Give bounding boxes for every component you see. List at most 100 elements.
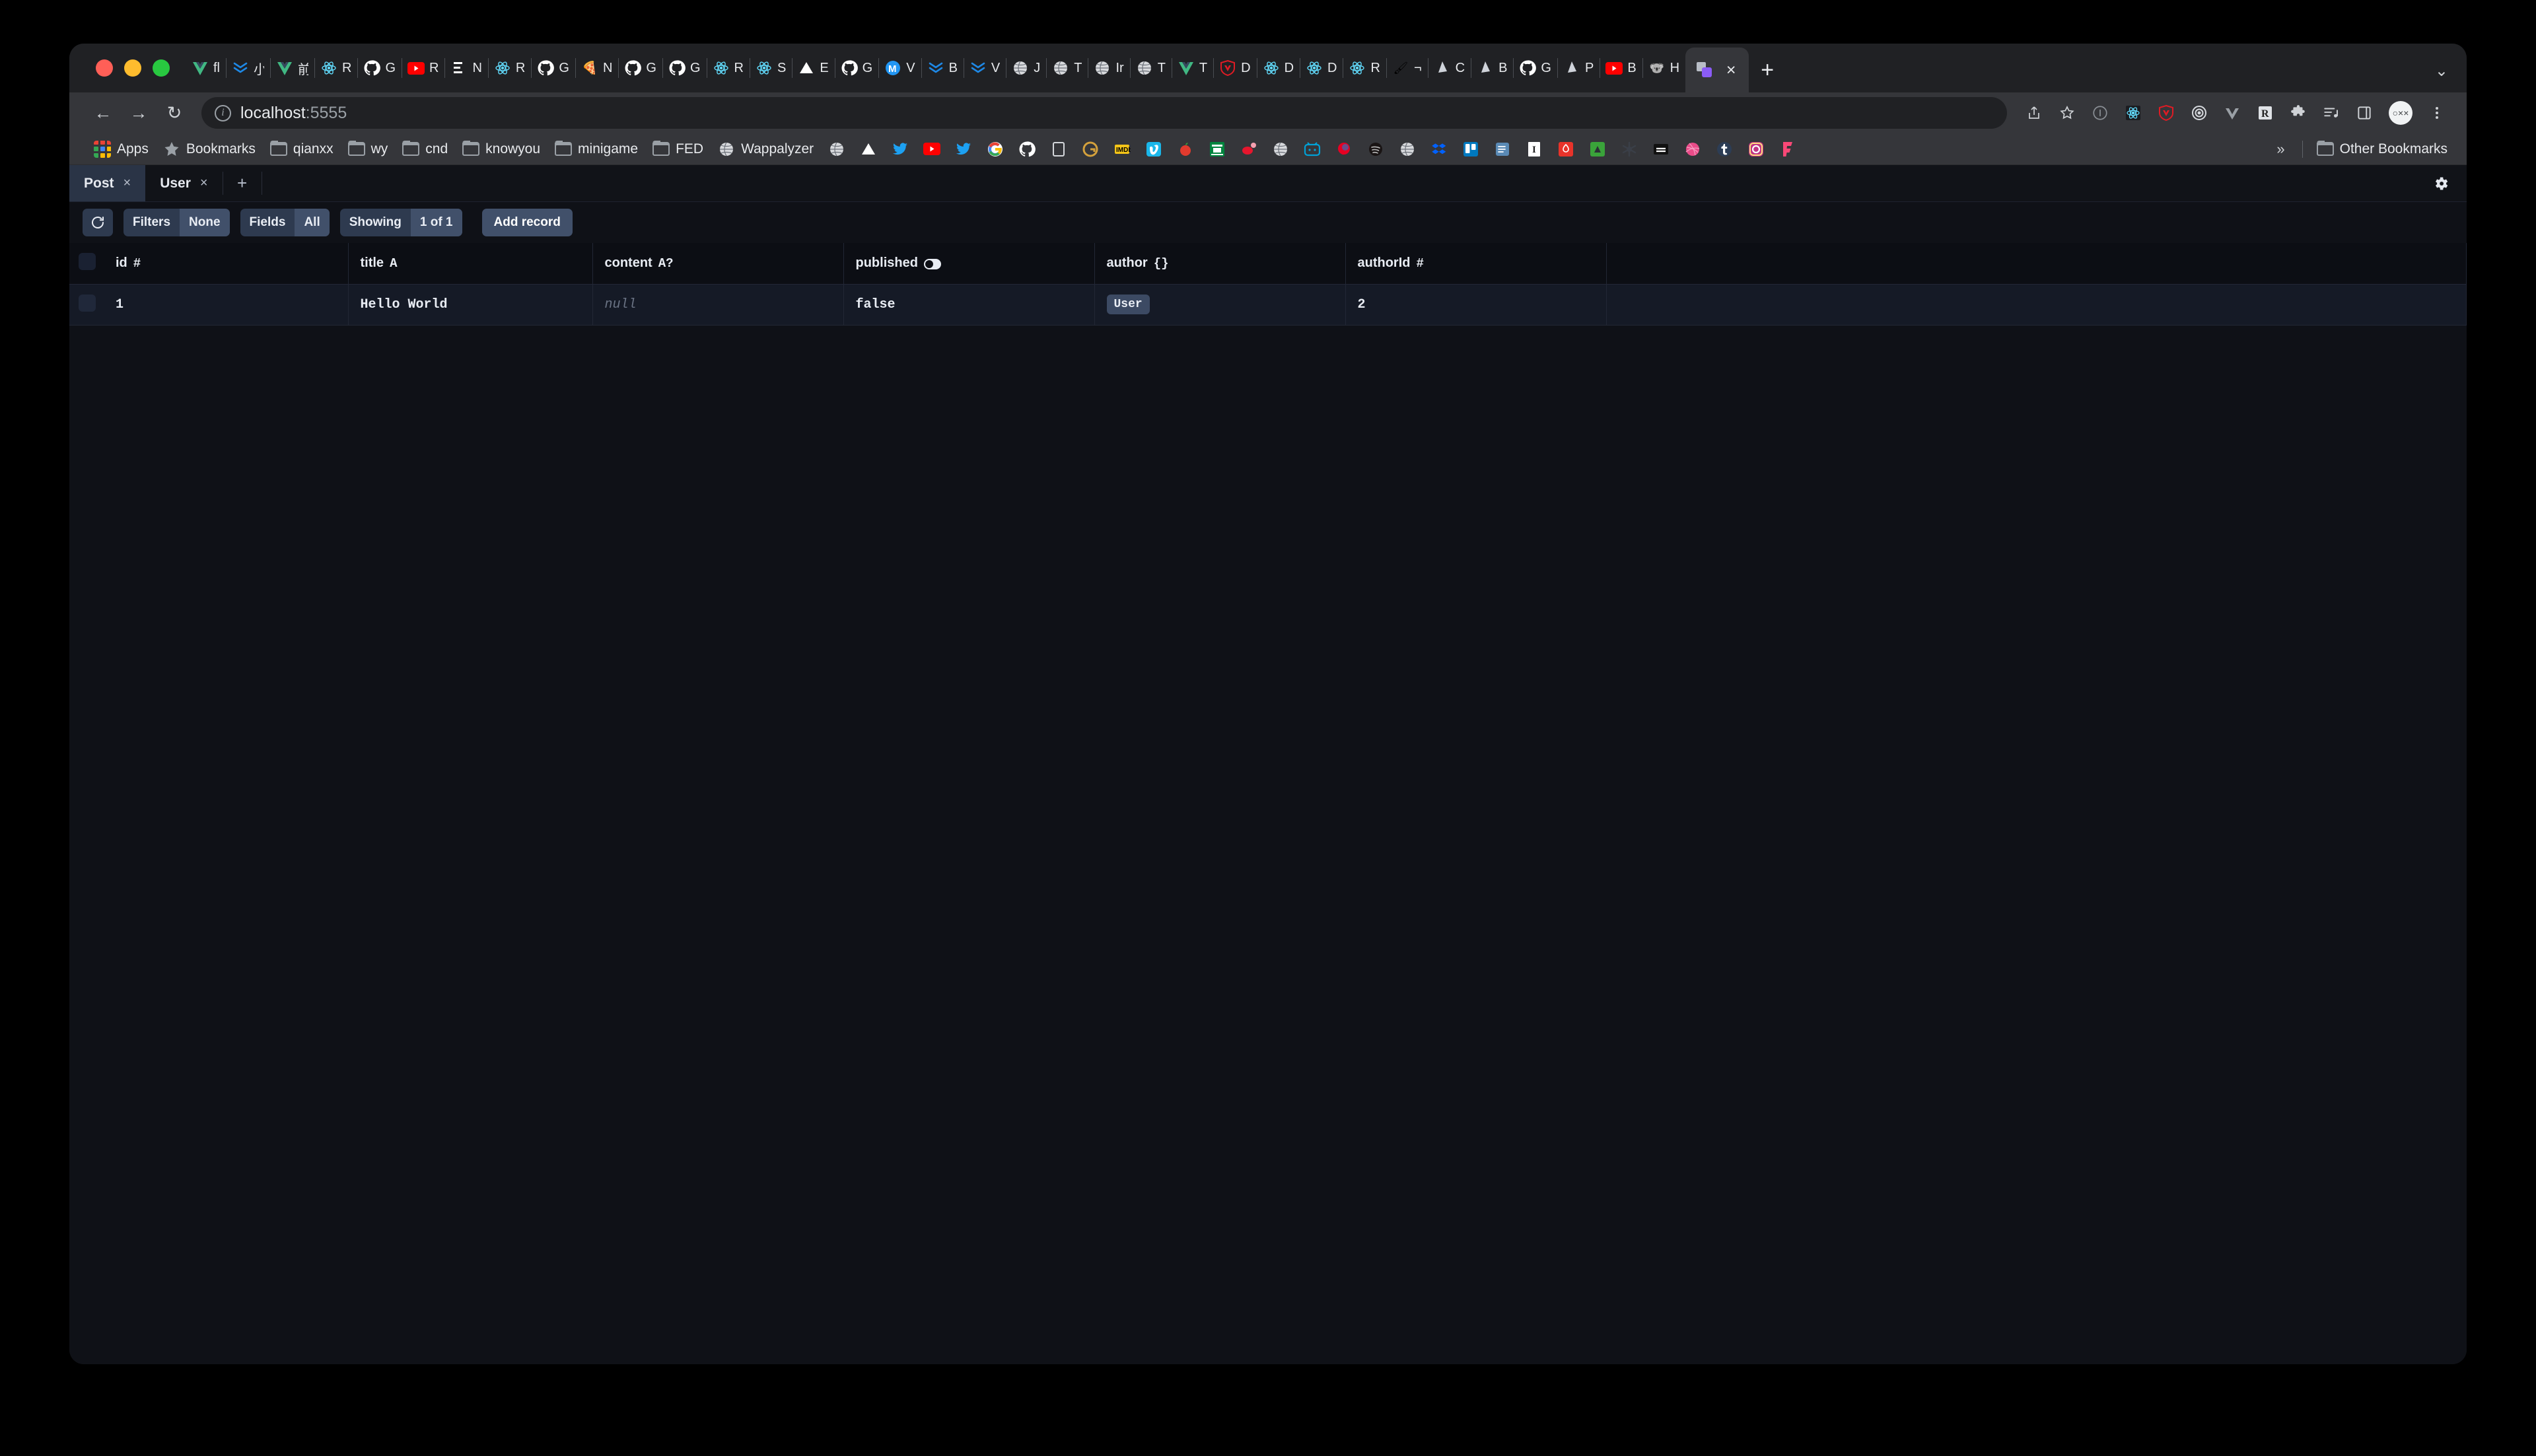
- add-model-tab-button[interactable]: +: [223, 165, 262, 201]
- site-info-icon[interactable]: [2085, 98, 2115, 128]
- browser-tab-22[interactable]: T: [1130, 44, 1172, 92]
- bookmark-item-apps[interactable]: Apps: [87, 137, 156, 161]
- browser-tab-14[interactable]: E: [792, 44, 834, 92]
- tab-user-close-icon[interactable]: ×: [200, 176, 208, 191]
- vue-shield-icon[interactable]: [2151, 98, 2181, 128]
- bookmark-item-minigame[interactable]: minigame: [547, 137, 645, 161]
- gear-icon[interactable]: [2432, 175, 2449, 192]
- bookmark-item-wy[interactable]: wy: [341, 137, 396, 161]
- bookmark-item-18[interactable]: IMDb: [1106, 137, 1138, 161]
- browser-tab-3[interactable]: R: [314, 44, 357, 92]
- browser-tab-25[interactable]: D: [1257, 44, 1300, 92]
- address-bar[interactable]: i localhost:5555: [201, 97, 2007, 129]
- window-maximize-button[interactable]: [153, 59, 170, 77]
- bookmark-item-10[interactable]: [853, 137, 884, 161]
- bookmark-item-wappalyzer[interactable]: Wappalyzer: [711, 137, 821, 161]
- other-bookmarks-folder[interactable]: Other Bookmarks: [2309, 137, 2455, 161]
- filters-button[interactable]: Filters None: [123, 209, 230, 236]
- browser-tab-33[interactable]: B: [1600, 44, 1642, 92]
- bookmark-item-cnd[interactable]: cnd: [395, 137, 455, 161]
- browser-tab-24[interactable]: D: [1213, 44, 1256, 92]
- browser-tab-12[interactable]: R: [707, 44, 750, 92]
- table-row[interactable]: 1 Hello World null false User 2: [69, 284, 2467, 325]
- browser-tab-6[interactable]: N: [444, 44, 487, 92]
- browser-tab-8[interactable]: G: [531, 44, 575, 92]
- bookmark-item-19[interactable]: [1138, 137, 1170, 161]
- window-minimize-button[interactable]: [124, 59, 141, 77]
- browser-tab-13[interactable]: S: [750, 44, 792, 92]
- bookmark-item-23[interactable]: [1265, 137, 1296, 161]
- cell-content[interactable]: null: [592, 284, 843, 325]
- bookmark-item-27[interactable]: [1391, 137, 1423, 161]
- column-header-author[interactable]: author{}: [1094, 243, 1345, 284]
- browser-tab-9[interactable]: 🍕N: [575, 44, 618, 92]
- vue-icon[interactable]: [2217, 98, 2247, 128]
- bookmark-item-knowyou[interactable]: knowyou: [455, 137, 547, 161]
- bookmark-item-29[interactable]: [1455, 137, 1487, 161]
- select-all-checkbox[interactable]: [79, 253, 96, 270]
- puzzle-extension-icon[interactable]: [2283, 98, 2313, 128]
- relation-chip[interactable]: User: [1107, 295, 1150, 314]
- new-tab-button[interactable]: +: [1749, 48, 1786, 92]
- browser-tab-0[interactable]: fl: [186, 44, 226, 92]
- column-header-id[interactable]: id#: [104, 243, 348, 284]
- cell-authorid[interactable]: 2: [1345, 284, 1606, 325]
- tab-post[interactable]: Post ×: [69, 165, 145, 201]
- react-devtools-icon[interactable]: [2118, 98, 2148, 128]
- bookmark-item-37[interactable]: [1708, 137, 1740, 161]
- window-close-button[interactable]: [96, 59, 113, 77]
- tab-user[interactable]: User ×: [145, 165, 222, 201]
- close-tab-button[interactable]: ×: [1722, 62, 1740, 79]
- browser-tab-17[interactable]: B: [921, 44, 964, 92]
- bookmark-item-28[interactable]: [1423, 137, 1455, 161]
- browser-tab-23[interactable]: T: [1172, 44, 1213, 92]
- bookmark-item-31[interactable]: I: [1518, 137, 1550, 161]
- profile-avatar[interactable]: ○××: [2389, 101, 2413, 125]
- column-header-authorid[interactable]: authorId#: [1345, 243, 1606, 284]
- cell-title[interactable]: Hello World: [348, 284, 592, 325]
- r-extension-icon[interactable]: R: [2250, 98, 2280, 128]
- row-checkbox[interactable]: [79, 295, 96, 312]
- bookmark-item-16[interactable]: [1043, 137, 1074, 161]
- browser-tab-10[interactable]: G: [618, 44, 662, 92]
- reading-list-icon[interactable]: [2316, 98, 2346, 128]
- bookmark-item-30[interactable]: [1487, 137, 1518, 161]
- bookmark-item-22[interactable]: [1233, 137, 1265, 161]
- browser-tab-7[interactable]: R: [488, 44, 531, 92]
- cell-published[interactable]: false: [843, 284, 1094, 325]
- bookmark-item-17[interactable]: [1074, 137, 1106, 161]
- active-browser-tab[interactable]: ×: [1685, 48, 1749, 92]
- three-dots-vertical-icon[interactable]: [2422, 98, 2452, 128]
- browser-tab-15[interactable]: G: [835, 44, 879, 92]
- bookmark-item-33[interactable]: [1582, 137, 1613, 161]
- column-header-published[interactable]: published: [843, 243, 1094, 284]
- bookmark-item-12[interactable]: [916, 137, 948, 161]
- bookmark-item-qianxx[interactable]: qianxx: [263, 137, 341, 161]
- cell-author[interactable]: User: [1094, 284, 1345, 325]
- browser-tab-11[interactable]: G: [662, 44, 707, 92]
- bookmark-item-36[interactable]: [1677, 137, 1708, 161]
- bookmark-item-9[interactable]: [821, 137, 853, 161]
- browser-tab-28[interactable]: 🖌¬: [1386, 44, 1428, 92]
- bookmark-item-35[interactable]: [1645, 137, 1677, 161]
- browser-tab-19[interactable]: J: [1006, 44, 1046, 92]
- target-icon[interactable]: [2184, 98, 2214, 128]
- showing-button[interactable]: Showing 1 of 1: [340, 209, 462, 236]
- browser-tab-34[interactable]: 🐨H: [1642, 44, 1685, 92]
- browser-tab-5[interactable]: R: [402, 44, 444, 92]
- bookmark-item-32[interactable]: [1550, 137, 1582, 161]
- side-panel-icon[interactable]: [2349, 98, 2379, 128]
- row-checkbox-cell[interactable]: [69, 284, 104, 325]
- tab-post-close-icon[interactable]: ×: [123, 176, 131, 191]
- reload-button[interactable]: ↻: [158, 96, 191, 129]
- select-all-checkbox-cell[interactable]: [69, 243, 104, 284]
- bookmark-item-26[interactable]: [1360, 137, 1391, 161]
- browser-tab-29[interactable]: C: [1428, 44, 1471, 92]
- add-record-button[interactable]: Add record: [482, 209, 573, 236]
- bookmark-item-34[interactable]: [1613, 137, 1645, 161]
- bookmark-item-25[interactable]: [1328, 137, 1360, 161]
- bookmark-item-14[interactable]: [979, 137, 1011, 161]
- browser-tab-30[interactable]: B: [1471, 44, 1513, 92]
- bookmark-item-fed[interactable]: FED: [645, 137, 711, 161]
- browser-tab-20[interactable]: T: [1046, 44, 1088, 92]
